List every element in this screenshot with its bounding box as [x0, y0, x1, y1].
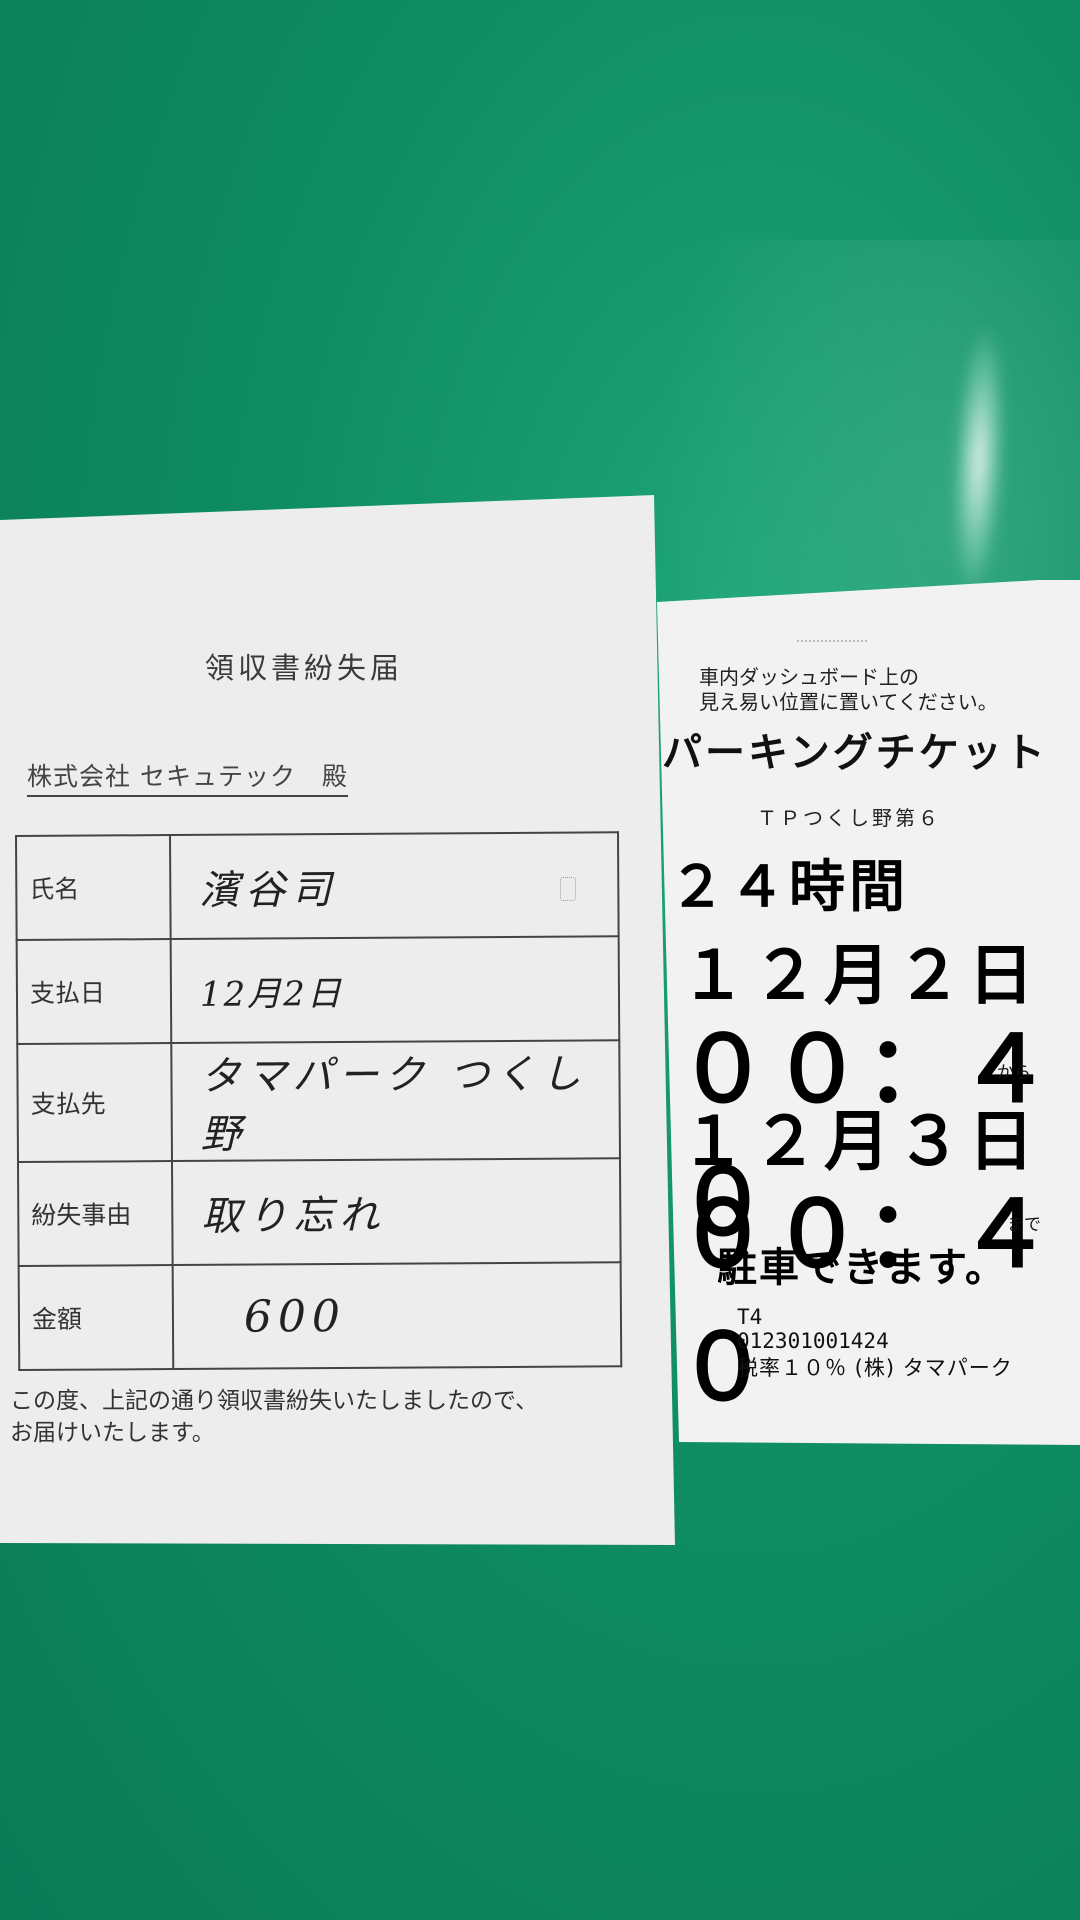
table-row: 支払日 12月2日 [16, 936, 620, 1044]
row-label: 氏名 [16, 835, 171, 940]
duration: ２４時間 [669, 855, 909, 920]
row-label: 支払先 [17, 1043, 172, 1162]
tax-line: 税率１０％ (株) タマパーク [737, 1356, 1013, 1380]
table-row: 氏名 濱谷司 [16, 832, 619, 940]
terminal-id: T4 [737, 1305, 763, 1329]
form-addressee: 株式会社 セキュテック 殿 [27, 757, 348, 797]
instruction-line: 車内ダッシュボード上の [699, 665, 919, 689]
note-line: お届けいたします。 [10, 1420, 215, 1446]
payee-value: タマパーク つくし野 [171, 1040, 620, 1162]
ticket-number: 012301001424 [737, 1329, 889, 1353]
row-label: 支払日 [16, 939, 172, 1044]
tear-mark [797, 600, 867, 642]
table-row: 支払先 タマパーク つくし野 [17, 1040, 620, 1162]
parking-lot-name: ＴＰつくし野第６ [757, 806, 941, 830]
ticket-title: パーキングチケット [662, 730, 1048, 776]
name-value: 濱谷司 [170, 832, 619, 940]
to-suffix: まで [1007, 1215, 1041, 1235]
note-line: この度、上記の通り領収書紛失いたしましたので、 [10, 1388, 539, 1414]
form-title: 領収書紛失届 [205, 651, 404, 685]
lost-receipt-form: 領収書紛失届 株式会社 セキュテック 殿 氏名 濱谷司 支払日 12月2日 支払… [0, 495, 675, 1545]
instruction-line: 見え易い位置に置いてください。 [699, 690, 998, 714]
form-note: この度、上記の通り領収書紛失いたしましたので、 お届けいたします。 [10, 1385, 538, 1449]
amount-value: 600 [172, 1262, 622, 1370]
row-label: 紛失事由 [17, 1161, 173, 1266]
parking-allowed-text: 駐車できます。 [717, 1245, 1007, 1291]
ticket-instruction: 車内ダッシュボード上の 見え易い位置に置いてください。 [699, 665, 998, 715]
table-row: 金額 600 [18, 1262, 622, 1370]
table-row: 紛失事由 取り忘れ [17, 1158, 621, 1266]
ticket-code: T4 012301001424 [737, 1305, 889, 1353]
loss-reason-value: 取り忘れ [171, 1158, 621, 1266]
row-label: 金額 [18, 1265, 174, 1370]
parking-ticket: 車内ダッシュボード上の 見え易い位置に置いてください。 パーキングチケット ＴＰ… [657, 580, 1080, 1445]
to-time: ００：４０ [677, 1181, 1054, 1421]
from-suffix: から [997, 1063, 1031, 1083]
form-table: 氏名 濱谷司 支払日 12月2日 支払先 タマパーク つくし野 紛失事由 取り忘… [15, 831, 622, 1371]
payment-date-value: 12月2日 [170, 936, 620, 1044]
